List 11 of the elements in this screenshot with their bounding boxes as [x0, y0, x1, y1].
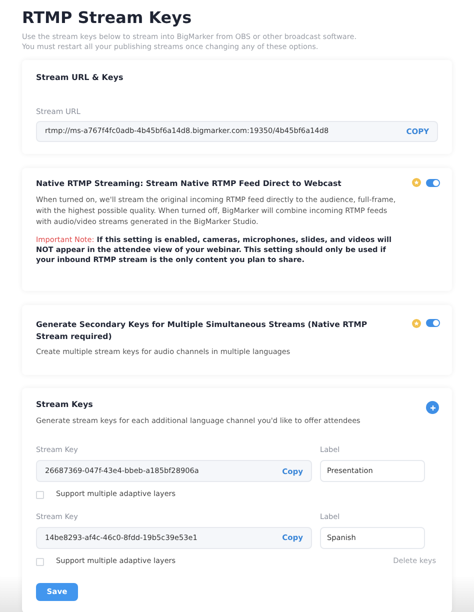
- add-button[interactable]: [426, 401, 439, 414]
- card-heading: Stream Keys: [36, 399, 94, 412]
- checkbox[interactable]: [36, 490, 44, 499]
- plus-icon: [430, 404, 436, 411]
- checkbox[interactable]: [36, 558, 44, 566]
- star-icon: [412, 318, 421, 328]
- toggle-switch[interactable]: [426, 178, 440, 187]
- toggle-switch[interactable]: [426, 319, 440, 328]
- star-icon: [412, 178, 421, 188]
- card-heading: Stream URL & Keys: [36, 72, 124, 84]
- page-title: RTMP Stream Keys: [22, 8, 193, 28]
